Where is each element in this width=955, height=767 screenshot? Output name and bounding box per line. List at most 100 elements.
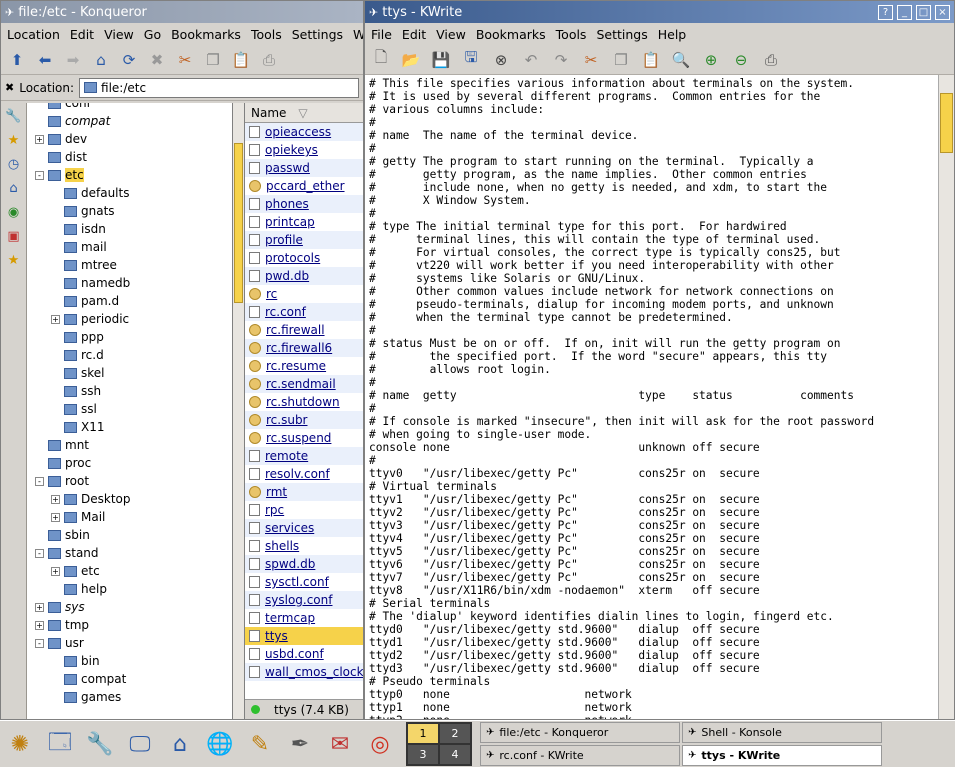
file-row[interactable]: syslog.conf xyxy=(245,591,363,609)
task-button[interactable]: ✈ file:/etc - Konqueror xyxy=(480,722,680,743)
task-button[interactable]: ✈ ttys - KWrite xyxy=(682,745,882,766)
print-icon[interactable]: ⎙ xyxy=(257,48,281,72)
desktop-1[interactable]: 1 xyxy=(408,724,438,743)
window-pin-icon[interactable]: ✈ xyxy=(5,6,14,19)
file-row[interactable]: passwd xyxy=(245,159,363,177)
expand-toggle-icon[interactable]: + xyxy=(51,512,60,522)
tree-item[interactable]: skel xyxy=(27,364,232,382)
expand-toggle-icon[interactable]: + xyxy=(35,134,44,144)
maximize-icon[interactable]: □ xyxy=(916,4,931,20)
home-icon[interactable]: ⌂ xyxy=(89,48,113,72)
copy-icon[interactable]: ❐ xyxy=(609,48,633,72)
reload-icon[interactable]: ⟳ xyxy=(117,48,141,72)
tree-item[interactable]: dist xyxy=(27,148,232,166)
tree-item[interactable]: + periodic xyxy=(27,310,232,328)
redo-icon[interactable]: ↷ xyxy=(549,48,573,72)
expand-toggle-icon[interactable]: - xyxy=(35,638,44,648)
home-folder-icon[interactable]: ⌂ xyxy=(4,179,24,199)
tree-item[interactable]: - usr xyxy=(27,634,232,652)
network-icon[interactable]: ◉ xyxy=(4,203,24,223)
text-editor[interactable]: # This file specifies various informatio… xyxy=(365,75,938,719)
tree-item[interactable]: gnats xyxy=(27,202,232,220)
konqueror-titlebar[interactable]: ✈ file:/etc - Konqueror xyxy=(1,1,363,23)
file-row[interactable]: services xyxy=(245,519,363,537)
expand-toggle-icon[interactable]: + xyxy=(51,494,60,504)
file-row[interactable]: wall_cmos_clock xyxy=(245,663,363,681)
tree-item[interactable]: ssh xyxy=(27,382,232,400)
desktop-4[interactable]: 4 xyxy=(440,745,470,764)
bookmarks-icon[interactable]: ★ xyxy=(4,131,24,151)
file-row[interactable]: rc.resume xyxy=(245,357,363,375)
tree-item[interactable]: games xyxy=(27,688,232,706)
tree-item[interactable]: help xyxy=(27,580,232,598)
file-row[interactable]: rc.suspend xyxy=(245,429,363,447)
file-row[interactable]: rc.conf xyxy=(245,303,363,321)
tree-item[interactable]: namedb xyxy=(27,274,232,292)
menu-item-bookmarks[interactable]: Bookmarks xyxy=(171,27,241,42)
file-row[interactable]: phones xyxy=(245,195,363,213)
menu-item-view[interactable]: View xyxy=(436,27,466,42)
close-file-icon[interactable]: ⊗ xyxy=(489,48,513,72)
back-icon[interactable]: ⬅ xyxy=(33,48,57,72)
office-icon[interactable]: ✎ xyxy=(240,724,280,764)
tree-item[interactable]: mtree xyxy=(27,256,232,274)
print-icon[interactable]: ⎙ xyxy=(759,48,783,72)
history-icon[interactable]: ◷ xyxy=(4,155,24,175)
menu-item-tools[interactable]: Tools xyxy=(251,27,282,42)
zoom-out-icon[interactable]: ⊖ xyxy=(729,48,753,72)
file-row[interactable]: rc xyxy=(245,285,363,303)
desktop-icon[interactable]: 🗔 xyxy=(40,724,80,764)
browser-icon[interactable]: 🌐 xyxy=(200,724,240,764)
menu-item-location[interactable]: Location xyxy=(7,27,60,42)
menu-item-help[interactable]: Help xyxy=(658,27,687,42)
window-pin-icon[interactable]: ✈ xyxy=(369,6,378,19)
file-row[interactable]: rc.sendmail xyxy=(245,375,363,393)
file-row[interactable]: resolv.conf xyxy=(245,465,363,483)
mail-icon[interactable]: ✉ xyxy=(320,724,360,764)
tree-item[interactable]: + etc xyxy=(27,562,232,580)
menu-item-go[interactable]: Go xyxy=(144,27,161,42)
zoom-in-icon[interactable]: ⊕ xyxy=(699,48,723,72)
file-row[interactable]: rc.firewall6 xyxy=(245,339,363,357)
menu-item-tools[interactable]: Tools xyxy=(556,27,587,42)
file-row[interactable]: rc.shutdown xyxy=(245,393,363,411)
cut-icon[interactable]: ✂ xyxy=(579,48,603,72)
menu-item-window[interactable]: Window xyxy=(353,27,363,42)
file-row[interactable]: pccard_ether xyxy=(245,177,363,195)
clear-location-icon[interactable]: ✖ xyxy=(5,81,14,94)
file-row[interactable]: pwd.db xyxy=(245,267,363,285)
tree-item[interactable]: compat xyxy=(27,112,232,130)
file-row[interactable]: protocols xyxy=(245,249,363,267)
file-row[interactable]: shells xyxy=(245,537,363,555)
tree-item[interactable]: + Mail xyxy=(27,508,232,526)
menu-item-edit[interactable]: Edit xyxy=(402,27,426,42)
terminal-icon[interactable]: 🖵 xyxy=(120,724,160,764)
desktop-2[interactable]: 2 xyxy=(440,724,470,743)
location-input[interactable]: file:/etc xyxy=(79,77,359,98)
undo-icon[interactable]: ↶ xyxy=(519,48,543,72)
tree-item[interactable]: isdn xyxy=(27,220,232,238)
task-button[interactable]: ✈ Shell - Konsole xyxy=(682,722,882,743)
expand-toggle-icon[interactable]: + xyxy=(35,602,44,612)
tree-item[interactable]: + Desktop xyxy=(27,490,232,508)
kwrite-titlebar[interactable]: ✈ ttys - KWrite ? _ □ × xyxy=(365,1,954,23)
minimize-icon[interactable]: _ xyxy=(897,4,912,20)
directory-tree[interactable]: conf compat + dev dist - etc defaults gnats isdn m… xyxy=(27,103,233,719)
forward-icon[interactable]: ➡ xyxy=(61,48,85,72)
find-icon[interactable]: 🔍 xyxy=(669,48,693,72)
tree-item[interactable]: - root xyxy=(27,472,232,490)
tree-item[interactable]: + tmp xyxy=(27,616,232,634)
expand-toggle-icon[interactable]: + xyxy=(51,566,60,576)
expand-toggle-icon[interactable]: - xyxy=(35,170,44,180)
expand-toggle-icon[interactable]: + xyxy=(35,620,44,630)
expand-toggle-icon[interactable]: - xyxy=(35,476,44,486)
tree-item[interactable]: X11 xyxy=(27,418,232,436)
paste-icon[interactable]: 📋 xyxy=(229,48,253,72)
tree-item[interactable]: mail xyxy=(27,238,232,256)
tree-item[interactable]: pam.d xyxy=(27,292,232,310)
help-icon[interactable]: ◎ xyxy=(360,724,400,764)
file-row[interactable]: printcap xyxy=(245,213,363,231)
expand-toggle-icon[interactable]: + xyxy=(51,314,60,324)
expand-toggle-icon[interactable]: - xyxy=(35,548,44,558)
tree-scrollbar[interactable] xyxy=(233,103,245,719)
